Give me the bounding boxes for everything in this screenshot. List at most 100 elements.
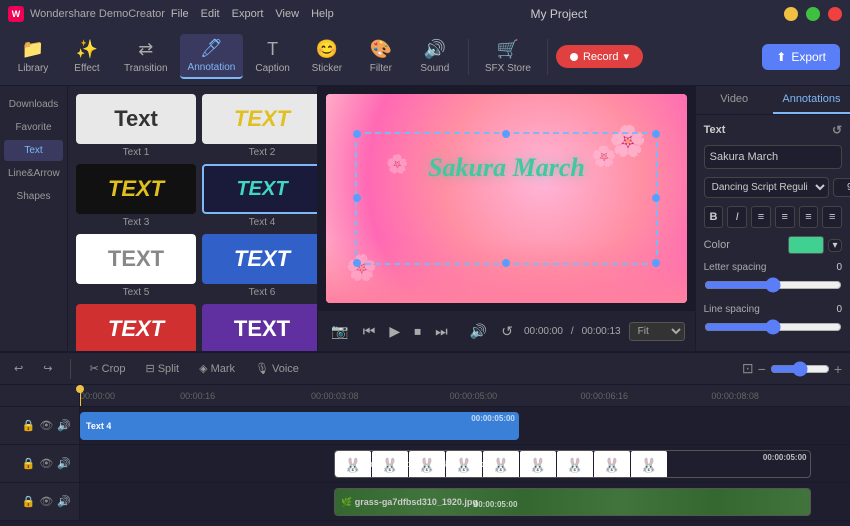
track-eye-icon2[interactable]: 👁 (39, 457, 53, 470)
text-clip[interactable]: Text 4 00:00:05:00 (80, 412, 519, 440)
annotation-text3[interactable]: TEXT Text 3 (76, 164, 196, 228)
bold-button[interactable]: B (704, 206, 724, 228)
color-swatch[interactable] (788, 236, 824, 254)
menu-edit[interactable]: Edit (201, 8, 220, 20)
annotation-text2[interactable]: TEXT Text 2 (202, 94, 318, 158)
animation-track-content[interactable]: 📷 animation-gb377a0848_1920.png 00:00:05… (80, 445, 850, 482)
selection-handle-ml[interactable] (353, 194, 361, 202)
animation-clip[interactable]: 📷 animation-gb377a0848_1920.png 00:00:05… (334, 450, 811, 478)
track-lock-icon[interactable]: 🔒 (22, 419, 36, 432)
align-right-button[interactable]: ≡ (799, 206, 819, 228)
main-toolbar: 📁 Library ✨ Effect ⇄ Transition 🖊 Annota… (0, 28, 850, 86)
text-value-input[interactable] (704, 145, 842, 169)
fit-timeline-button[interactable]: ⊡ (742, 360, 754, 377)
tool-sound[interactable]: 🔊 Sound (410, 35, 460, 78)
font-family-select[interactable]: Dancing Script Reguli Arial Times New Ro… (704, 177, 829, 198)
sidebar-item-favorite[interactable]: Favorite (4, 117, 63, 138)
menu-export[interactable]: Export (232, 8, 264, 20)
tab-video[interactable]: Video (696, 86, 773, 114)
time-cursor[interactable] (80, 385, 81, 406)
split-button[interactable]: ⊟ Split (140, 359, 186, 378)
menu-view[interactable]: View (275, 8, 299, 20)
annotation-text1[interactable]: Text Text 1 (76, 94, 196, 158)
tool-sticker[interactable]: 😊 Sticker (302, 35, 352, 78)
sidebar-item-shapes[interactable]: Shapes (4, 186, 63, 207)
table-row: 🔒 👁 🔊 🌿 grass-ga7dfbsd310_1920.jpg 00:00… (0, 483, 850, 521)
font-size-input[interactable] (833, 178, 850, 197)
maximize-button[interactable] (806, 7, 820, 21)
selection-handle-tm[interactable] (502, 130, 510, 138)
annotation-text5[interactable]: TEXT Text 5 (76, 234, 196, 298)
img-frame: 🐰 (594, 451, 630, 477)
tab-annotations[interactable]: Annotations (773, 86, 850, 114)
mark-button[interactable]: ◈ Mark (193, 359, 241, 378)
line-spacing-row: Line spacing 0 (704, 304, 842, 338)
redo-button[interactable]: ↪ (37, 359, 58, 378)
stop-button[interactable]: ⏹ (411, 320, 424, 343)
menu-file[interactable]: File (171, 8, 189, 20)
transition-icon: ⇄ (138, 39, 153, 60)
selection-overlay[interactable] (355, 132, 658, 266)
menu-help[interactable]: Help (311, 8, 334, 20)
align-left-button[interactable]: ≡ (751, 206, 771, 228)
close-button[interactable] (828, 7, 842, 21)
play-button[interactable]: ▶ (386, 320, 403, 343)
track-audio-icon[interactable]: 🔊 (57, 419, 71, 432)
record-label: Record (583, 51, 618, 63)
align-center-button[interactable]: ≡ (775, 206, 795, 228)
grass-track-content[interactable]: 🌿 grass-ga7dfbsd310_1920.jpg 00:00:05:00 (80, 483, 850, 520)
tool-transition[interactable]: ⇄ Transition (116, 35, 176, 78)
zoom-slider[interactable] (770, 361, 830, 377)
tool-caption[interactable]: T Caption (247, 35, 297, 78)
annotation-text7[interactable]: TEXT Text 7 (76, 304, 196, 351)
annotation-icon: 🖊 (200, 38, 223, 59)
fast-forward-button[interactable]: ⏭ (432, 320, 451, 343)
track-audio-icon2[interactable]: 🔊 (57, 457, 71, 470)
grass-clip[interactable]: 🌿 grass-ga7dfbsd310_1920.jpg 00:00:05:00 (334, 488, 811, 516)
loop-button[interactable]: ↺ (498, 320, 516, 343)
sidebar-item-text[interactable]: Text (4, 140, 63, 161)
tool-library[interactable]: 📁 Library (8, 35, 58, 78)
rewind-button[interactable]: ⏮ (360, 320, 379, 343)
screenshot-button[interactable]: 📷 (328, 320, 351, 343)
export-button[interactable]: ⬆ Export (762, 44, 840, 70)
zoom-out-button[interactable]: − (758, 361, 766, 377)
tool-effect[interactable]: ✨ Effect (62, 35, 112, 78)
line-spacing-slider[interactable] (704, 319, 842, 335)
tool-filter[interactable]: 🎨 Filter (356, 35, 406, 78)
align-justify-button[interactable]: ≡ (822, 206, 842, 228)
selection-handle-tl[interactable] (353, 130, 361, 138)
letter-spacing-slider[interactable] (704, 277, 842, 293)
tool-sfx-store[interactable]: 🛒 SFX Store (477, 35, 539, 78)
annotation-text4[interactable]: TEXT Text 4 (202, 164, 318, 228)
sticker-icon: 😊 (316, 39, 338, 60)
selection-handle-tr[interactable] (652, 130, 660, 138)
text4-thumb: TEXT (202, 164, 318, 214)
voice-button[interactable]: 🎙 Voice (249, 359, 305, 378)
annotation-text6[interactable]: TEXT Text 6 (202, 234, 318, 298)
record-button[interactable]: Record ▾ (556, 45, 643, 68)
track-audio-icon3[interactable]: 🔊 (57, 495, 71, 508)
zoom-in-button[interactable]: + (834, 361, 842, 377)
selection-handle-mr[interactable] (652, 194, 660, 202)
reset-icon[interactable]: ↺ (832, 123, 842, 137)
text-track-content[interactable]: Text 4 00:00:05:00 (80, 407, 850, 444)
annotation-text8[interactable]: TEXT Text 8 (202, 304, 318, 351)
track-eye-icon[interactable]: 👁 (39, 419, 53, 432)
text8-thumb: TEXT (202, 304, 318, 351)
fit-select[interactable]: Fit 100% 75% 50% (629, 322, 685, 341)
track-eye-icon3[interactable]: 👁 (39, 495, 53, 508)
italic-button[interactable]: I (727, 206, 747, 228)
time-current: 00:00:00 (524, 326, 563, 337)
minimize-button[interactable] (784, 7, 798, 21)
color-dropdown[interactable]: ▾ (828, 239, 842, 252)
track-lock-icon2[interactable]: 🔒 (22, 457, 36, 470)
crop-button[interactable]: ✂ Crop (83, 359, 131, 378)
selection-handle-bm[interactable] (502, 259, 510, 267)
sidebar-item-downloads[interactable]: Downloads (4, 94, 63, 115)
undo-button[interactable]: ↩ (8, 359, 29, 378)
volume-button[interactable]: 🔊 (467, 320, 490, 343)
tool-annotation[interactable]: 🖊 Annotation (180, 34, 244, 79)
track-lock-icon3[interactable]: 🔒 (22, 495, 36, 508)
sidebar-item-line-arrow[interactable]: Line&Arrow (4, 163, 63, 184)
